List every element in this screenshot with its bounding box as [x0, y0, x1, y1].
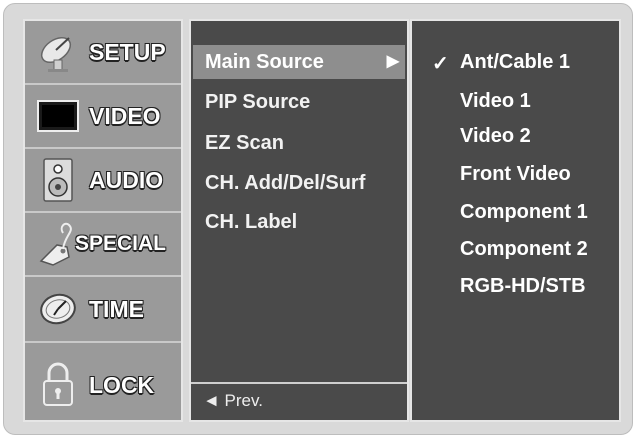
prev-button[interactable]: ◄ Prev. [191, 382, 407, 420]
tv-menu-frame: SETUP VIDEO AUDIO SPECIAL TIME LOCK Main… [3, 3, 633, 435]
option-ant-cable-1[interactable]: Ant/Cable 1 [460, 51, 570, 74]
tab-label: TIME [89, 295, 144, 322]
tab-lock[interactable]: LOCK [25, 343, 181, 427]
tab-time[interactable]: TIME [25, 277, 181, 343]
menu-item-ch-add-del-surf[interactable]: CH. Add/Del/Surf [205, 172, 397, 195]
padlock-icon [35, 362, 81, 408]
menu-item-ez-scan[interactable]: EZ Scan [205, 132, 397, 155]
option-video-1[interactable]: Video 1 [460, 90, 531, 113]
tab-label: AUDIO [89, 166, 164, 193]
option-rgb-hd-stb[interactable]: RGB-HD/STB [460, 275, 586, 298]
checkmark-icon: ✓ [432, 53, 449, 75]
tab-label: SPECIAL [75, 232, 167, 255]
setup-menu: Main Source ▶ PIP Source EZ Scan CH. Add… [189, 19, 409, 422]
option-front-video[interactable]: Front Video [460, 163, 571, 186]
tag-icon [35, 221, 75, 267]
option-component-2[interactable]: Component 2 [460, 238, 588, 261]
source-submenu: ✓ Ant/Cable 1 Video 1 Video 2 Front Vide… [410, 19, 621, 422]
tv-screen-icon [35, 93, 81, 139]
tab-setup[interactable]: SETUP [25, 21, 181, 85]
tab-special[interactable]: SPECIAL [25, 213, 181, 277]
tab-label: LOCK [89, 371, 155, 398]
menu-item-label: EZ Scan [205, 132, 284, 154]
option-video-2[interactable]: Video 2 [460, 125, 531, 148]
tab-label: SETUP [89, 38, 166, 65]
speaker-icon [35, 157, 81, 203]
tab-video[interactable]: VIDEO [25, 85, 181, 149]
clock-icon [35, 286, 81, 332]
menu-item-main-source[interactable]: Main Source ▶ [193, 45, 405, 79]
menu-item-ch-label[interactable]: CH. Label [205, 211, 397, 234]
satellite-dish-icon [35, 29, 81, 75]
menu-item-label: CH. Label [205, 211, 298, 233]
category-sidebar: SETUP VIDEO AUDIO SPECIAL TIME LOCK [23, 19, 183, 422]
tab-label: VIDEO [89, 102, 161, 129]
menu-item-label: CH. Add/Del/Surf [205, 172, 366, 194]
tab-audio[interactable]: AUDIO [25, 149, 181, 213]
option-component-1[interactable]: Component 1 [460, 201, 588, 224]
arrow-right-icon: ▶ [386, 53, 399, 70]
menu-item-label: Main Source [205, 51, 324, 73]
menu-item-pip-source[interactable]: PIP Source [205, 91, 397, 114]
menu-item-label: PIP Source [205, 91, 311, 113]
